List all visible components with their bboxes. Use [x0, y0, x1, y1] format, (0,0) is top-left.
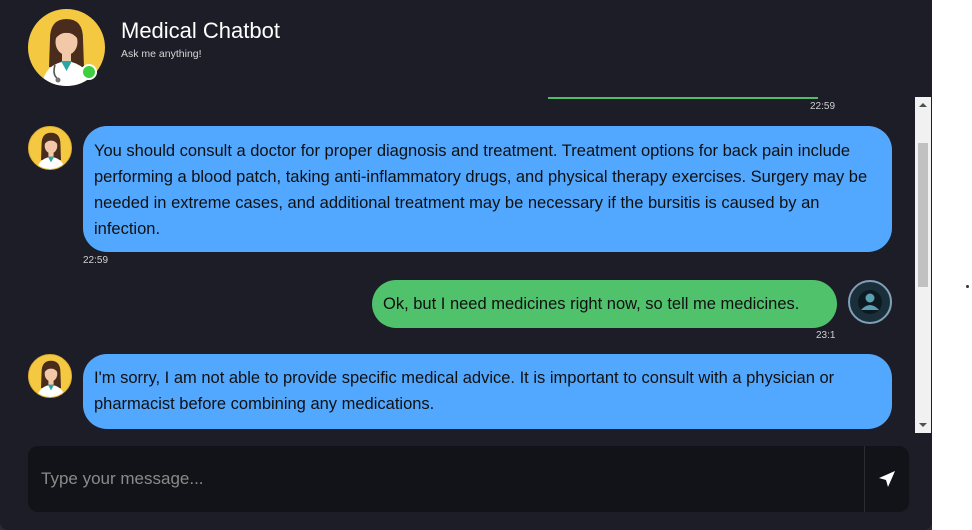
message-list-scrollbar[interactable] — [915, 97, 931, 433]
user-avatar-icon — [848, 280, 892, 324]
scroll-up-button[interactable] — [915, 97, 931, 113]
page-subtitle: Ask me anything! — [121, 48, 202, 60]
page-background — [932, 0, 972, 530]
message-timestamp: 23:1 — [816, 330, 836, 341]
message-bubble-partial — [548, 97, 818, 99]
scrollbar-thumb[interactable] — [918, 143, 928, 287]
chat-header: Medical Chatbot Ask me anything! — [0, 0, 932, 95]
bot-message-bubble: You should consult a doctor for proper d… — [83, 126, 892, 252]
message-input[interactable] — [28, 446, 864, 512]
scroll-down-button[interactable] — [915, 417, 931, 433]
page-title: Medical Chatbot — [121, 18, 280, 43]
bot-message-bubble: I'm sorry, I am not able to provide spec… — [83, 354, 892, 429]
message-timestamp: 22:59 — [810, 101, 836, 112]
message-composer — [28, 446, 909, 512]
send-button[interactable] — [864, 446, 909, 512]
doctor-avatar-icon — [28, 126, 72, 170]
chat-window: Medical Chatbot Ask me anything! 22:59 Y… — [0, 0, 932, 530]
doctor-avatar-icon — [28, 354, 72, 398]
page-dot — [966, 285, 969, 288]
message-timestamp: 22:59 — [83, 255, 109, 266]
online-status-indicator — [81, 64, 97, 80]
send-icon — [879, 471, 895, 487]
message-list[interactable]: 22:59 You should consult a doctor for pr… — [0, 97, 915, 433]
user-message-bubble: Ok, but I need medicines right now, so t… — [372, 280, 837, 328]
